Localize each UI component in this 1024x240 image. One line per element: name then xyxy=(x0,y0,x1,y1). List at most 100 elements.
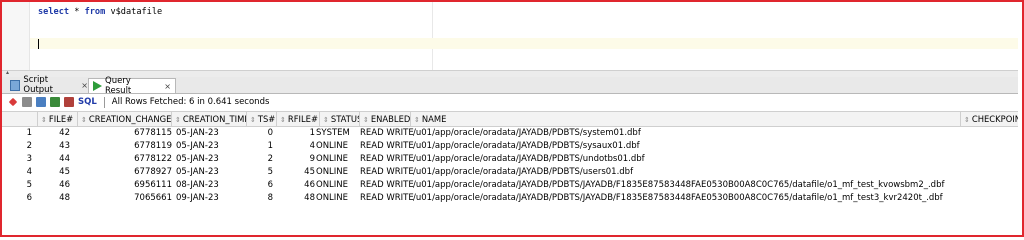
tab-label: Script Output xyxy=(23,75,53,95)
sort-icon: ⇕ xyxy=(280,116,286,124)
tab-label: Query Result xyxy=(105,76,132,96)
sort-icon: ⇕ xyxy=(175,116,181,124)
col-header-status[interactable]: ⇕ STATUS xyxy=(320,112,360,126)
creation-change-cell[interactable]: 6778927 xyxy=(78,166,172,179)
file-cell[interactable]: 43 xyxy=(38,140,70,153)
creation-time-cell[interactable]: 05-JAN-23 xyxy=(176,153,247,166)
fetch-status: All Rows Fetched: 6 in 0.641 seconds xyxy=(111,97,270,107)
col-header-ts[interactable]: ⇕ TS# xyxy=(247,112,277,126)
export-icon[interactable] xyxy=(50,97,60,107)
rfile-cell[interactable]: 1 xyxy=(277,127,315,140)
script-output-icon xyxy=(10,79,21,91)
row-number-header xyxy=(2,112,38,126)
status-cell[interactable]: ONLINE xyxy=(316,192,360,205)
enabled-cell[interactable]: READ WRITE xyxy=(360,192,414,205)
file-cell[interactable]: 45 xyxy=(38,166,70,179)
result-toolbar: SQL All Rows Fetched: 6 in 0.641 seconds xyxy=(2,94,1018,110)
col-header-name[interactable]: ⇕ NAME xyxy=(411,112,961,126)
file-cell[interactable]: 48 xyxy=(38,192,70,205)
table-row[interactable]: 6 48 7065661 09-JAN-23 8 48 ONLINE READ WRITE/u… xyxy=(2,192,1018,205)
file-cell[interactable]: 44 xyxy=(38,153,70,166)
enabled-cell[interactable]: READ WRITE xyxy=(360,166,414,179)
table-row[interactable]: 1 42 6778115 05-JAN-23 0 1 SYSTEM READ WRITE/u0… xyxy=(2,127,1018,140)
select-star: * xyxy=(69,7,85,17)
table-row[interactable]: 5 46 6956111 08-JAN-23 6 46 ONLINE READ WRITE/u… xyxy=(2,179,1018,192)
sql-statement[interactable]: select * from v$datafile xyxy=(38,7,162,17)
col-header-enabled[interactable]: ⇕ ENABLED xyxy=(360,112,411,126)
row-number: 6 xyxy=(26,193,32,203)
grid-icon[interactable] xyxy=(36,97,46,107)
text-caret xyxy=(38,39,39,49)
pin-icon[interactable] xyxy=(8,97,18,107)
creation-change-cell[interactable]: 6956111 xyxy=(78,179,172,192)
col-header-rfile[interactable]: ⇕ RFILE# xyxy=(277,112,320,126)
editor-gutter xyxy=(2,2,30,70)
row-number: 3 xyxy=(26,154,32,164)
status-cell[interactable]: ONLINE xyxy=(316,153,360,166)
col-header-creation-time[interactable]: ⇕ CREATION_TIME xyxy=(172,112,247,126)
keyword-select: select xyxy=(38,7,70,17)
enabled-cell[interactable]: READ WRITE xyxy=(360,179,414,192)
ts-cell[interactable]: 6 xyxy=(247,179,273,192)
sort-icon: ⇕ xyxy=(41,116,47,124)
creation-change-cell[interactable]: 7065661 xyxy=(78,192,172,205)
ts-cell[interactable]: 8 xyxy=(247,192,273,205)
row-number: 5 xyxy=(26,180,32,190)
close-icon[interactable]: × xyxy=(81,81,88,90)
ts-cell[interactable]: 2 xyxy=(247,153,273,166)
name-cell[interactable]: /u01/app/oracle/oradata/JAYADB/PDBTS/use… xyxy=(413,166,961,179)
name-cell[interactable]: /u01/app/oracle/oradata/JAYADB/PDBTS/sys… xyxy=(413,127,961,140)
close-icon[interactable]: × xyxy=(164,82,171,91)
toolbar-divider xyxy=(103,96,105,108)
creation-time-cell[interactable]: 05-JAN-23 xyxy=(176,127,247,140)
table-row[interactable]: 3 44 6778122 05-JAN-23 2 9 ONLINE READ WRITE/u0… xyxy=(2,153,1018,166)
name-cell[interactable]: /u01/app/oracle/oradata/JAYADB/PDBTS/JAY… xyxy=(413,192,961,205)
row-number: 4 xyxy=(26,167,32,177)
grid-header: ⇕ FILE# ⇕ CREATION_CHANGE# ⇕ CREATION_TIME … xyxy=(2,111,1018,127)
status-cell[interactable]: ONLINE xyxy=(316,166,360,179)
creation-change-cell[interactable]: 6778119 xyxy=(78,140,172,153)
sort-icon: ⇕ xyxy=(250,116,256,124)
creation-time-cell[interactable]: 09-JAN-23 xyxy=(176,192,247,205)
status-cell[interactable]: ONLINE xyxy=(316,179,360,192)
col-header-checkpoint[interactable]: ⇕CHECKPOINT_ xyxy=(961,112,1018,126)
tab-script-output[interactable]: Script Output × xyxy=(6,75,92,95)
table-row[interactable]: 4 45 6778927 05-JAN-23 5 45 ONLINE READ WRITE/u… xyxy=(2,166,1018,179)
sort-icon: ⇕ xyxy=(414,116,420,124)
name-cell[interactable]: /u01/app/oracle/oradata/JAYADB/PDBTS/sys… xyxy=(413,140,961,153)
file-cell[interactable]: 46 xyxy=(38,179,70,192)
enabled-cell[interactable]: READ WRITE xyxy=(360,140,414,153)
rfile-cell[interactable]: 45 xyxy=(277,166,315,179)
ts-cell[interactable]: 0 xyxy=(247,127,273,140)
rfile-cell[interactable]: 46 xyxy=(277,179,315,192)
print-icon[interactable] xyxy=(22,97,32,107)
enabled-cell[interactable]: READ WRITE xyxy=(360,127,414,140)
name-cell[interactable]: /u01/app/oracle/oradata/JAYADB/PDBTS/JAY… xyxy=(413,179,961,192)
tab-query-result[interactable]: Query Result × xyxy=(88,76,176,96)
current-line-highlight xyxy=(30,38,1018,49)
refresh-icon[interactable] xyxy=(64,97,74,107)
creation-time-cell[interactable]: 05-JAN-23 xyxy=(176,166,247,179)
rfile-cell[interactable]: 4 xyxy=(277,140,315,153)
table-name: v$datafile xyxy=(105,7,163,17)
table-row[interactable]: 2 43 6778119 05-JAN-23 1 4 ONLINE READ WRITE/u0… xyxy=(2,140,1018,153)
row-number: 1 xyxy=(26,128,32,138)
sql-button[interactable]: SQL xyxy=(78,97,97,107)
name-cell[interactable]: /u01/app/oracle/oradata/JAYADB/PDBTS/und… xyxy=(413,153,961,166)
creation-change-cell[interactable]: 6778122 xyxy=(78,153,172,166)
row-number: 2 xyxy=(26,141,32,151)
creation-change-cell[interactable]: 6778115 xyxy=(78,127,172,140)
enabled-cell[interactable]: READ WRITE xyxy=(360,153,414,166)
col-header-creation-change[interactable]: ⇕ CREATION_CHANGE# xyxy=(78,112,172,126)
ts-cell[interactable]: 5 xyxy=(247,166,273,179)
creation-time-cell[interactable]: 05-JAN-23 xyxy=(176,140,247,153)
status-cell[interactable]: ONLINE xyxy=(316,140,360,153)
creation-time-cell[interactable]: 08-JAN-23 xyxy=(176,179,247,192)
rfile-cell[interactable]: 9 xyxy=(277,153,315,166)
sql-editor[interactable]: select * from v$datafile xyxy=(2,2,1018,70)
rfile-cell[interactable]: 48 xyxy=(277,192,315,205)
status-cell[interactable]: SYSTEM xyxy=(316,127,360,140)
ts-cell[interactable]: 1 xyxy=(247,140,273,153)
col-header-file[interactable]: ⇕ FILE# xyxy=(38,112,78,126)
file-cell[interactable]: 42 xyxy=(38,127,70,140)
